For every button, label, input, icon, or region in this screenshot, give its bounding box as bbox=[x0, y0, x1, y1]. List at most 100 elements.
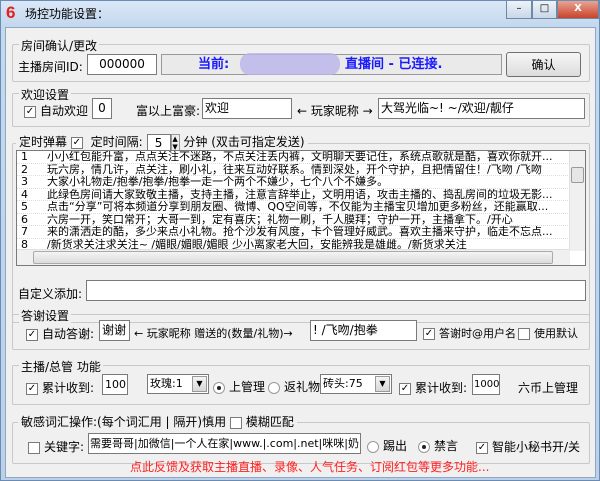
radio-mute[interactable]: 禁言 bbox=[418, 437, 458, 454]
recv-label: 累计收到: bbox=[42, 381, 95, 395]
kick-label: 踢出 bbox=[383, 439, 408, 453]
room-group-label: 房间确认/更改 bbox=[19, 37, 100, 54]
message-number: 4 bbox=[21, 188, 28, 201]
feedback-link[interactable]: 点此反馈及获取主播直播、录像、人气任务、订阅红包等更多功能... bbox=[130, 458, 489, 475]
brick-select-value: 砖头:75 bbox=[323, 377, 363, 390]
checkbox-icon: ✓ bbox=[399, 382, 411, 395]
fuzzy-match-checkbox[interactable] bbox=[229, 416, 242, 429]
radio-kick[interactable]: 踢出 bbox=[367, 437, 407, 454]
checkbox-icon: ✓ bbox=[26, 328, 38, 341]
message-number: 3 bbox=[21, 176, 28, 188]
recv2-label: 累计收到: bbox=[415, 381, 468, 395]
custom-add-input[interactable] bbox=[86, 280, 586, 301]
use-default-label: 使用默认 bbox=[534, 327, 578, 340]
status-suffix: 直播间 - 已连接. bbox=[345, 57, 443, 72]
radio-icon bbox=[367, 440, 379, 453]
thanks-at-label: 答谢时@用户名 bbox=[439, 327, 516, 340]
window-title: 场控功能设置： bbox=[25, 7, 110, 21]
interval-input[interactable]: 5 bbox=[146, 133, 171, 152]
checkbox-icon: ✓ bbox=[476, 441, 488, 454]
app-logo: 6 bbox=[6, 3, 16, 22]
radio-icon bbox=[418, 440, 430, 453]
recv-input[interactable]: 100 bbox=[102, 374, 128, 395]
window: 6 场控功能设置： – □ X 房间确认/更改 主播房间ID: 000000 当… bbox=[0, 0, 600, 481]
recv2-input[interactable]: 1000 bbox=[472, 374, 500, 395]
message-number: 1 bbox=[21, 151, 28, 163]
host-group-label: 主播/总管 功能 bbox=[19, 358, 103, 375]
timer-label: 定时弹幕 bbox=[19, 135, 68, 149]
message-row[interactable]: 7 来的潇洒走的酷，多少来点小礼物。抢个沙发有风度，卡个管理好威武。喜欢主播来守护… bbox=[17, 226, 570, 239]
timer-checkbox[interactable]: ✓ bbox=[70, 136, 83, 149]
keyword-label: 关键字: bbox=[44, 440, 85, 454]
use-default-checkbox[interactable]: 使用默认 bbox=[518, 325, 578, 341]
recv-checkbox[interactable]: ✓ 累计收到: bbox=[26, 379, 94, 396]
maximize-button[interactable]: □ bbox=[532, 1, 557, 19]
welcome-level-input[interactable]: 0 bbox=[92, 98, 112, 119]
message-row[interactable]: 1 小小红包能升富，点点关注不迷路，不点关注丢内裤，文明聊天要记住，系统点歌就是酷… bbox=[17, 151, 570, 164]
recv2-checkbox[interactable]: ✓ 累计收到: bbox=[399, 379, 467, 396]
message-text: 大家小礼物走/抱拳/抱拳/抱拳一走一个两个不嫌少，七个八个不嫌多。 bbox=[47, 176, 389, 188]
confirm-button[interactable]: 确认 bbox=[506, 52, 581, 77]
message-row[interactable]: 2 玩六房，情几许，点关注，刷小礼，往来互动好联系。情到深处，开个守护，且把情留住… bbox=[17, 163, 570, 176]
message-text: 玩六房，情几许，点关注，刷小礼，往来互动好联系。情到深处，开个守护，且把情留住！… bbox=[47, 163, 542, 176]
brick-select[interactable]: 砖头:75 ▼ bbox=[320, 374, 392, 394]
radio-admin-label: 上管理 bbox=[229, 380, 266, 394]
thanks-middle-label: ← 玩家昵称 赠送的(数量/礼物)→ bbox=[134, 327, 293, 340]
secretary-checkbox[interactable]: ✓ 智能小秘书开/关 bbox=[476, 438, 580, 455]
close-button[interactable]: X bbox=[557, 1, 599, 19]
checkbox-icon: ✓ bbox=[26, 382, 38, 395]
thanks-group-label: 答谢设置 bbox=[19, 307, 72, 324]
vertical-scrollbar[interactable] bbox=[569, 151, 585, 251]
welcome-prefix-input[interactable]: 欢迎 bbox=[202, 98, 292, 119]
checkbox-icon bbox=[28, 441, 40, 454]
keyword-checkbox[interactable]: 关键字: bbox=[28, 438, 84, 455]
sensitive-group-label: 敏感词汇操作:(每个词汇用 | 隔开)慎用 bbox=[21, 415, 227, 429]
secretary-label: 智能小秘书开/关 bbox=[492, 440, 581, 454]
radio-admin[interactable]: 上管理 bbox=[213, 378, 265, 395]
message-list[interactable]: 1 小小红包能升富，点点关注不迷路，不点关注丢内裤，文明聊天要记住，系统点歌就是酷… bbox=[16, 150, 586, 266]
checkbox-icon: ✓ bbox=[24, 105, 36, 118]
message-text: 小小红包能升富，点点关注不迷路，不点关注丢内裤，文明聊天要记住，系统点歌就是酷，… bbox=[47, 151, 553, 163]
auto-thanks-checkbox[interactable]: ✓ 自动答谢: bbox=[26, 325, 94, 342]
fuzzy-match-label: 模糊匹配 bbox=[245, 415, 294, 429]
interval-unit-label: 分钟 (双击可指定发送) bbox=[183, 135, 305, 149]
horizontal-scrollbar[interactable] bbox=[17, 249, 570, 265]
message-text: 此绿色房间请大家致敬主播，支持主播，注意言辞举止，文明用语，攻击主播的、捣乱房间… bbox=[47, 188, 553, 201]
message-number: 2 bbox=[21, 163, 28, 176]
message-text: 来的潇洒走的酷，多少来点小礼物。抢个沙发有风度，卡个管理好威武。喜欢主播来守护，… bbox=[47, 226, 553, 238]
coin-admin-label: 六币上管理 bbox=[518, 381, 579, 395]
interval-spinner[interactable]: ▲ ▼ bbox=[170, 133, 180, 152]
gift-select[interactable]: 玫瑰:1 ▼ bbox=[147, 374, 209, 394]
thanks-at-user-checkbox[interactable]: ✓ 答谢时@用户名 bbox=[423, 325, 516, 341]
radio-return-gift[interactable]: 返礼物 bbox=[268, 378, 320, 395]
thanks-prefix-input[interactable]: 谢谢 bbox=[99, 320, 130, 341]
message-row[interactable]: 4 此绿色房间请大家致敬主播，支持主播，注意言辞举止，文明用语，攻击主播的、捣乱房… bbox=[17, 188, 570, 201]
thanks-suffix-input[interactable]: ! /飞吻/抱拳 bbox=[310, 320, 417, 341]
message-row[interactable]: 6 六房一开，笑口常开；大哥一到，定有喜庆；礼物一刷，千人膜拜；守护一开，主播拿下… bbox=[17, 213, 570, 226]
interval-label: 定时间隔: bbox=[90, 135, 143, 149]
room-id-label: 主播房间ID: bbox=[18, 60, 83, 74]
auto-thanks-label: 自动答谢: bbox=[42, 327, 95, 341]
message-row[interactable]: 5 点击“分享”可将本频道分享到朋友圈、微博、QQ空间等，不仅能为主播宝贝增加更多… bbox=[17, 201, 570, 214]
checkbox-icon: ✓ bbox=[423, 328, 435, 340]
message-row[interactable]: 3 大家小礼物走/抱拳/抱拳/抱拳一走一个两个不嫌少，七个八个不嫌多。 bbox=[17, 176, 570, 189]
rich-label: 富以上富豪: bbox=[136, 104, 201, 118]
checkbox-icon bbox=[518, 328, 530, 340]
welcome-group-label: 欢迎设置 bbox=[19, 86, 72, 103]
chevron-down-icon: ▼ bbox=[192, 376, 207, 392]
message-number: 5 bbox=[21, 201, 28, 213]
sensitive-header: 敏感词汇操作:(每个词汇用 | 隔开)慎用 模糊匹配 bbox=[18, 413, 297, 431]
connection-status: 当前: 直播间 - 已连接. bbox=[161, 53, 502, 75]
mute-label: 禁言 bbox=[434, 439, 459, 453]
message-number: 7 bbox=[21, 226, 28, 238]
room-id-input[interactable]: 000000 bbox=[87, 54, 157, 75]
message-text: 六房一开，笑口常开；大哥一到，定有喜庆；礼物一刷，千人膜拜；守护一开，主播拿下。… bbox=[47, 213, 513, 226]
gift-select-value: 玫瑰:1 bbox=[150, 377, 183, 390]
player-nickname-label: ← 玩家昵称 → bbox=[297, 104, 373, 118]
minimize-button[interactable]: – bbox=[506, 1, 532, 19]
welcome-suffix-input[interactable]: 大驾光临~! ~/欢迎/靓仔 bbox=[378, 98, 585, 119]
auto-welcome-checkbox[interactable]: ✓ 自动欢迎 bbox=[24, 102, 88, 119]
keyword-input[interactable]: 需要哥哥|加微信|一个人在家|www.|.com|.net|咪咪|奶 bbox=[88, 433, 361, 454]
settings-panel: 房间确认/更改 主播房间ID: 000000 当前: 直播间 - 已连接. 确认… bbox=[5, 27, 596, 478]
chevron-down-icon: ▼ bbox=[375, 376, 390, 392]
